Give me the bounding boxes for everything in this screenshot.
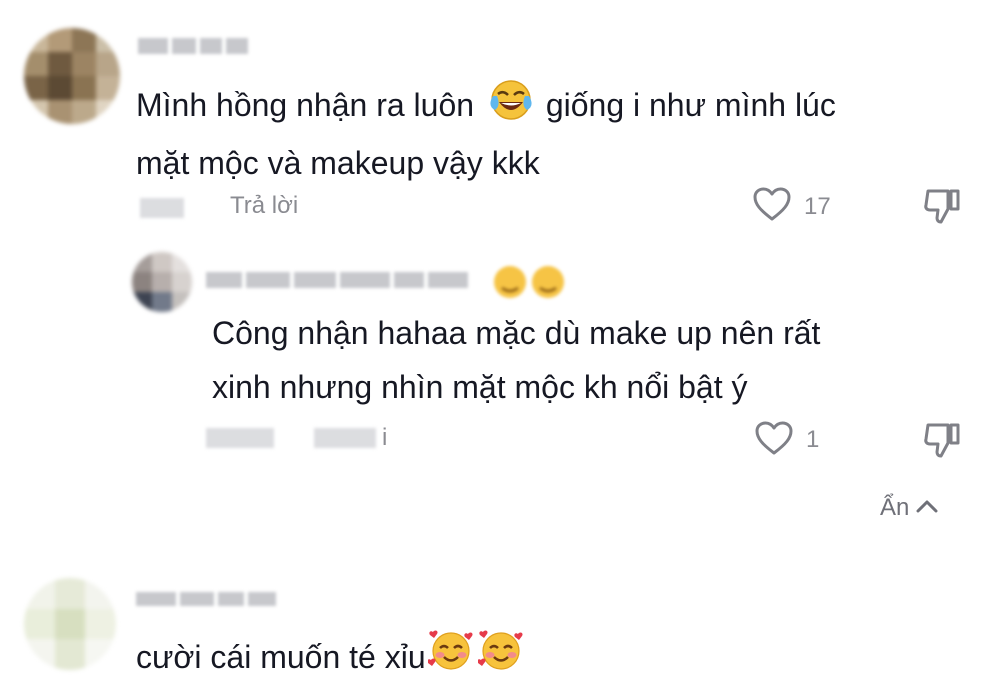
dislike-icon[interactable] [922,186,962,226]
face-with-tears-of-joy-icon [489,78,533,137]
reply-text-line2: xinh nhưng nhìn mặt mộc kh nổi bật ý [212,369,748,405]
avatar[interactable] [132,252,192,312]
reply-button-blurred[interactable] [314,428,376,448]
chevron-up-icon [915,498,939,519]
reply-text-line1: Công nhận hahaa mặc dù make up nên rất [212,315,821,351]
avatar[interactable] [24,578,116,670]
avatar[interactable] [24,28,120,124]
username-blurred[interactable] [138,38,248,54]
comment-text-line1b: giống i như mình lúc [545,86,836,123]
timestamp-blurred [140,198,184,218]
like-count: 1 [806,426,820,453]
hide-replies-button[interactable]: Ẩn [880,494,939,522]
heart-icon[interactable] [754,420,794,456]
smiling-face-with-hearts-icon [426,626,474,687]
comment-text-line1: Mình hồng nhận ra luôn [136,86,475,123]
comment-text: Mình hồng nhận ra luôn giống i như mình … [136,78,966,189]
username-blurred[interactable] [206,272,468,288]
timestamp-blurred [206,428,274,448]
smiling-face-icon [492,262,572,307]
dislike-icon[interactable] [922,420,962,460]
reply-suffix: i [382,424,388,451]
comment-text-line2: mặt mộc và makeup vậy kkk [136,145,540,181]
heart-icon[interactable] [752,186,792,222]
username-blurred[interactable] [136,592,276,606]
hide-replies-label: Ẩn [880,494,910,521]
smiling-face-with-hearts-icon [476,626,524,687]
like-count: 17 [804,193,831,220]
comment-text-line1: cười cái muốn té xỉu [136,638,426,675]
reply-text: Công nhận hahaa mặc dù make up nên rất x… [212,306,972,414]
comment-text: cười cái muốn té xỉu [136,626,896,687]
reply-button[interactable]: Trả lời [230,192,298,220]
